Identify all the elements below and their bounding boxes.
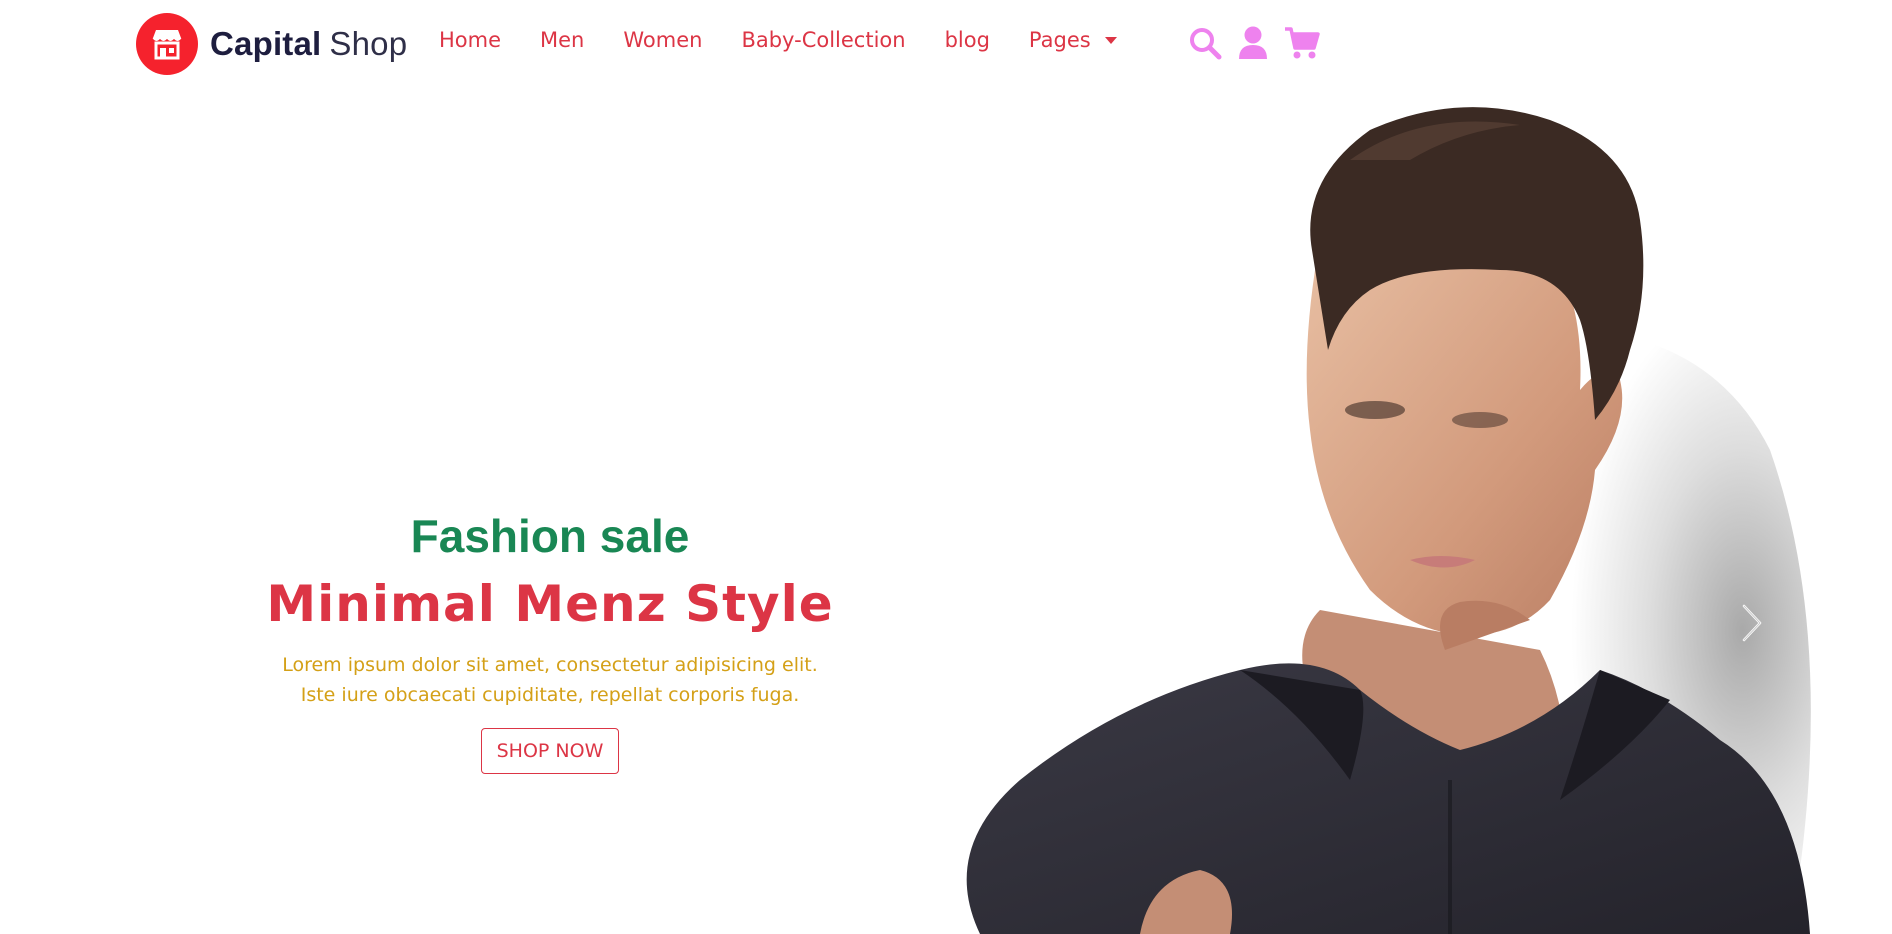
logo[interactable]: Capital Shop xyxy=(136,13,407,75)
hero-carousel: Fashion sale Minimal Menz Style Lorem ip… xyxy=(0,90,1892,934)
carousel-next-button[interactable] xyxy=(1732,598,1772,648)
nav-link-baby-collection[interactable]: Baby-Collection xyxy=(741,28,905,52)
hero-title: Minimal Menz Style xyxy=(266,575,834,633)
hero-description: Lorem ipsum dolor sit amet, consectetur … xyxy=(282,654,818,706)
caret-down-icon xyxy=(1104,36,1117,44)
chevron-right-icon xyxy=(1742,604,1762,642)
main-nav: Home Men Women Baby-Collection blog Page… xyxy=(439,28,1117,52)
header-icons xyxy=(1188,26,1336,60)
logo-text-strong: Capital xyxy=(210,25,322,62)
nav-link-men[interactable]: Men xyxy=(540,28,584,52)
cart-icon[interactable] xyxy=(1284,26,1320,60)
user-icon[interactable] xyxy=(1238,26,1268,60)
nav-link-women[interactable]: Women xyxy=(623,28,702,52)
nav-dropdown-pages-label: Pages xyxy=(1028,28,1091,52)
hero-caption: Fashion sale Minimal Menz Style Lorem ip… xyxy=(220,508,880,774)
logo-text: Capital Shop xyxy=(210,25,407,63)
nav-link-blog[interactable]: blog xyxy=(945,28,990,52)
hero-subtitle: Fashion sale xyxy=(410,510,690,562)
nav-dropdown-pages[interactable]: Pages xyxy=(1029,28,1117,52)
logo-text-light: Shop xyxy=(329,25,408,62)
man-in-dark-shirt-photo xyxy=(940,90,1892,934)
nav-link-home[interactable]: Home xyxy=(439,28,501,52)
shop-now-button[interactable]: SHOP NOW xyxy=(480,728,620,774)
search-icon[interactable] xyxy=(1188,26,1222,60)
storefront-icon xyxy=(136,13,198,75)
site-header: Capital Shop Home Men Women Baby-Collecti… xyxy=(0,0,1892,90)
